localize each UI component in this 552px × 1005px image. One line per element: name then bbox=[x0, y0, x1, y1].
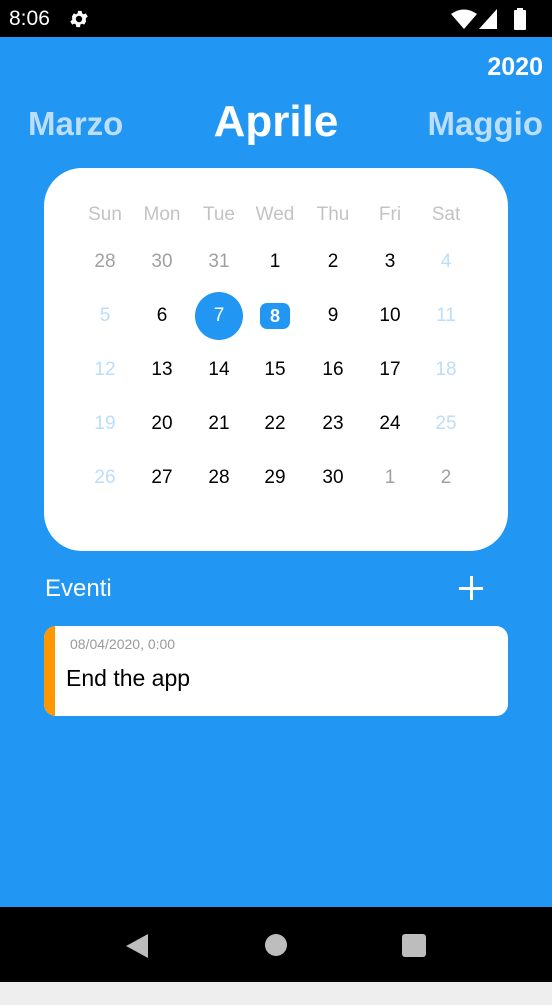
day-cell[interactable]: 17 bbox=[366, 346, 414, 394]
day-cell-outside-month[interactable]: 1 bbox=[366, 454, 414, 502]
day-cell[interactable]: 23 bbox=[309, 400, 357, 448]
day-cell[interactable]: 21 bbox=[195, 400, 243, 448]
event-title: End the app bbox=[66, 665, 191, 691]
day-cell-outside-month[interactable]: 28 bbox=[81, 238, 129, 286]
wifi-icon bbox=[451, 9, 477, 29]
battery-icon bbox=[514, 8, 526, 30]
weekday-label: Fri bbox=[378, 204, 402, 225]
today-marker: 8 bbox=[260, 303, 290, 329]
home-icon[interactable] bbox=[265, 934, 287, 956]
day-cell[interactable]: 16 bbox=[309, 346, 357, 394]
status-time: 8:06 bbox=[9, 7, 50, 30]
day-cell[interactable]: 29 bbox=[251, 454, 299, 502]
day-cell[interactable]: 30 bbox=[309, 454, 357, 502]
recents-icon[interactable] bbox=[402, 934, 426, 957]
day-cell-weekend[interactable]: 4 bbox=[422, 238, 470, 286]
day-cell-weekend[interactable]: 26 bbox=[81, 454, 129, 502]
day-cell-weekend[interactable]: 18 bbox=[422, 346, 470, 394]
day-cell-outside-month[interactable]: 2 bbox=[422, 454, 470, 502]
status-bar: 8:06 bbox=[0, 0, 552, 37]
weekday-label: Sat bbox=[431, 204, 461, 225]
add-event-button[interactable] bbox=[455, 572, 487, 604]
next-month-button[interactable]: Maggio bbox=[428, 105, 543, 143]
weekday-label: Mon bbox=[143, 204, 181, 225]
weekday-label: Tue bbox=[202, 204, 236, 225]
day-cell[interactable]: 3 bbox=[366, 238, 414, 286]
gear-icon bbox=[70, 10, 88, 28]
day-cell[interactable]: 22 bbox=[251, 400, 299, 448]
day-cell[interactable]: 24 bbox=[366, 400, 414, 448]
day-cell-weekend[interactable]: 19 bbox=[81, 400, 129, 448]
day-cell[interactable]: 1 bbox=[251, 238, 299, 286]
day-cell[interactable]: 15 bbox=[251, 346, 299, 394]
event-card[interactable]: 08/04/2020, 0:00 End the app bbox=[44, 626, 508, 716]
day-cell[interactable]: 9 bbox=[309, 292, 357, 340]
day-cell[interactable]: 6 bbox=[138, 292, 186, 340]
year-label: 2020 bbox=[487, 53, 543, 81]
day-cell[interactable]: 27 bbox=[138, 454, 186, 502]
weekday-label: Wed bbox=[255, 204, 295, 225]
event-datetime: 08/04/2020, 0:00 bbox=[70, 636, 176, 652]
day-cell-weekend[interactable]: 25 bbox=[422, 400, 470, 448]
day-cell[interactable]: 13 bbox=[138, 346, 186, 394]
day-cell-outside-month[interactable]: 30 bbox=[138, 238, 186, 286]
events-title: Eventi bbox=[45, 575, 112, 602]
weekday-label: Sun bbox=[88, 204, 122, 225]
calendar-card: Sun Mon Tue Wed Thu Fri Sat 28 30 31 1 2 3 4 5 6 7 8 9 10 1… bbox=[44, 168, 508, 551]
day-cell-selected[interactable]: 7 bbox=[195, 292, 243, 340]
day-cell[interactable]: 10 bbox=[366, 292, 414, 340]
day-cell-today[interactable]: 8 bbox=[251, 292, 299, 340]
day-cell-weekend[interactable]: 11 bbox=[422, 292, 470, 340]
weekday-label: Thu bbox=[316, 204, 350, 225]
status-icons bbox=[451, 8, 526, 30]
back-icon[interactable] bbox=[125, 933, 149, 959]
day-cell-weekend[interactable]: 12 bbox=[81, 346, 129, 394]
day-cell[interactable]: 28 bbox=[195, 454, 243, 502]
day-cell-weekend[interactable]: 5 bbox=[81, 292, 129, 340]
nav-bar bbox=[0, 907, 552, 982]
event-accent-bar bbox=[44, 626, 55, 716]
day-cell[interactable]: 20 bbox=[138, 400, 186, 448]
day-cell-outside-month[interactable]: 31 bbox=[195, 238, 243, 286]
app-screen: 2020 Marzo Aprile Maggio Sun Mon Tue Wed Thu… bbox=[0, 37, 552, 907]
signal-icon bbox=[479, 9, 497, 29]
day-cell[interactable]: 14 bbox=[195, 346, 243, 394]
day-cell[interactable]: 2 bbox=[309, 238, 357, 286]
